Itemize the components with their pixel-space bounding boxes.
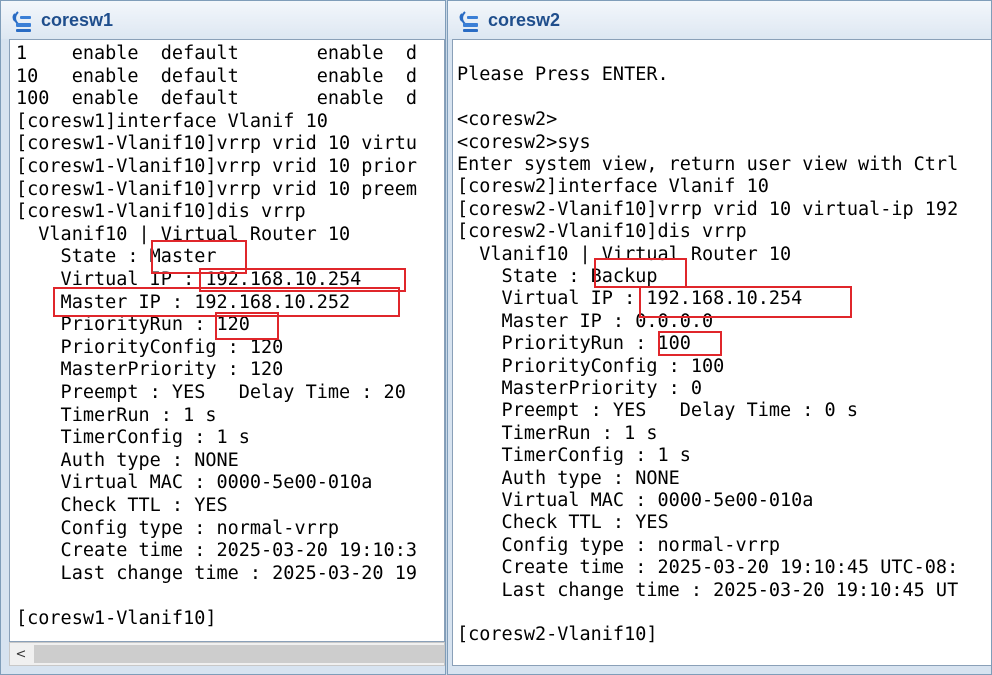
terminal-line: Check TTL : YES — [457, 512, 669, 534]
terminal-line: Auth type : NONE — [16, 449, 239, 471]
terminal-line: Last change time : 2025-03-20 19 — [16, 562, 417, 584]
terminal-line: Check TTL : YES — [16, 495, 228, 516]
terminal-line: <coresw2> — [457, 109, 558, 131]
terminal-line: Please Press ENTER. — [457, 64, 669, 86]
window-title: coresw2 — [488, 10, 561, 30]
terminal-line: Config type : normal-vrrp — [457, 534, 781, 556]
terminal-line: [coresw1-Vlanif10]vrrp vrid 10 preem — [16, 178, 417, 200]
terminal-line: PriorityRun : 100 — [457, 333, 691, 355]
terminal-output[interactable]: Please Press ENTER. <coresw2> <coresw2>sys… — [452, 39, 991, 666]
terminal-line: TimerConfig : 1 s — [457, 445, 691, 467]
terminal-line: TimerRun : 1 s — [16, 404, 217, 426]
terminal-line: Virtual MAC : 0000-5e00-010a — [457, 490, 814, 511]
terminal-line: [coresw1-Vlanif10]vrrp vrid 10 virtu — [16, 133, 417, 155]
highlight-box-priority-run — [658, 331, 722, 356]
terminal-output[interactable]: 1 enable default enable d 10 enable defau… — [9, 39, 445, 642]
network-device-icon — [12, 11, 31, 32]
terminal-line: [coresw1-Vlanif10] — [16, 608, 217, 629]
terminal-line: 1 enable default enable d — [16, 43, 417, 64]
terminal-line: Enter system view, return user view with… — [457, 154, 959, 175]
terminal-line: Config type : normal-vrrp — [16, 517, 340, 539]
terminal-line: 10 enable default enable d — [16, 65, 417, 87]
terminal-line: <coresw2>sys — [457, 131, 591, 153]
terminal-line: [coresw2-Vlanif10] — [457, 624, 658, 646]
terminal-line: Preempt : YES Delay Time : 20 — [16, 382, 406, 403]
terminal-line: PriorityConfig : 100 — [457, 355, 725, 377]
terminal-window-coresw2[interactable]: coresw2 Please Press ENTER. <coresw2> <cor… — [447, 0, 992, 675]
terminal-line: Last change time : 2025-03-20 19:10:45 U… — [457, 579, 959, 601]
terminal-line: [coresw2-Vlanif10]dis vrrp — [457, 221, 747, 243]
terminal-line: MasterPriority : 120 — [16, 359, 284, 381]
highlight-box-virtual-ip — [639, 286, 852, 318]
terminal-line: [coresw2]interface Vlanif 10 — [457, 176, 769, 198]
terminal-line: Create time : 2025-03-20 19:10:45 UTC-08… — [457, 557, 959, 579]
terminal-line: PriorityConfig : 120 — [16, 336, 284, 358]
terminal-line: [coresw2-Vlanif10]vrrp vrid 10 virtual-i… — [457, 198, 959, 220]
title-bar[interactable]: coresw2 — [448, 1, 991, 39]
terminal-line: Virtual MAC : 0000-5e00-010a — [16, 472, 373, 494]
network-device-icon — [459, 11, 478, 32]
terminal-line: TimerRun : 1 s — [457, 422, 658, 444]
terminal-line: Preempt : YES Delay Time : 0 s — [457, 400, 858, 422]
terminal-line: [coresw1]interface Vlanif 10 — [16, 110, 328, 132]
title-bar[interactable]: coresw1 — [1, 1, 445, 39]
horizontal-scrollbar[interactable]: < — [9, 642, 445, 666]
terminal-line: Auth type : NONE — [457, 467, 680, 489]
scroll-thumb[interactable] — [34, 645, 444, 663]
terminal-line: 100 enable default enable d — [16, 88, 417, 110]
terminal-line: [coresw1-Vlanif10]vrrp vrid 10 prior — [16, 156, 417, 177]
terminal-window-coresw1[interactable]: coresw1 1 enable default enable d 10 enab… — [0, 0, 446, 675]
highlight-box-priority-run — [215, 312, 279, 340]
terminal-line: TimerConfig : 1 s — [16, 427, 250, 449]
terminal-line: Create time : 2025-03-20 19:10:3 — [16, 540, 417, 562]
terminal-line: MasterPriority : 0 — [457, 378, 703, 399]
scroll-left-icon[interactable]: < — [10, 643, 32, 665]
highlight-box-state — [594, 258, 687, 288]
terminal-line: [coresw1-Vlanif10]dis vrrp — [16, 201, 306, 223]
window-title: coresw1 — [41, 10, 114, 30]
